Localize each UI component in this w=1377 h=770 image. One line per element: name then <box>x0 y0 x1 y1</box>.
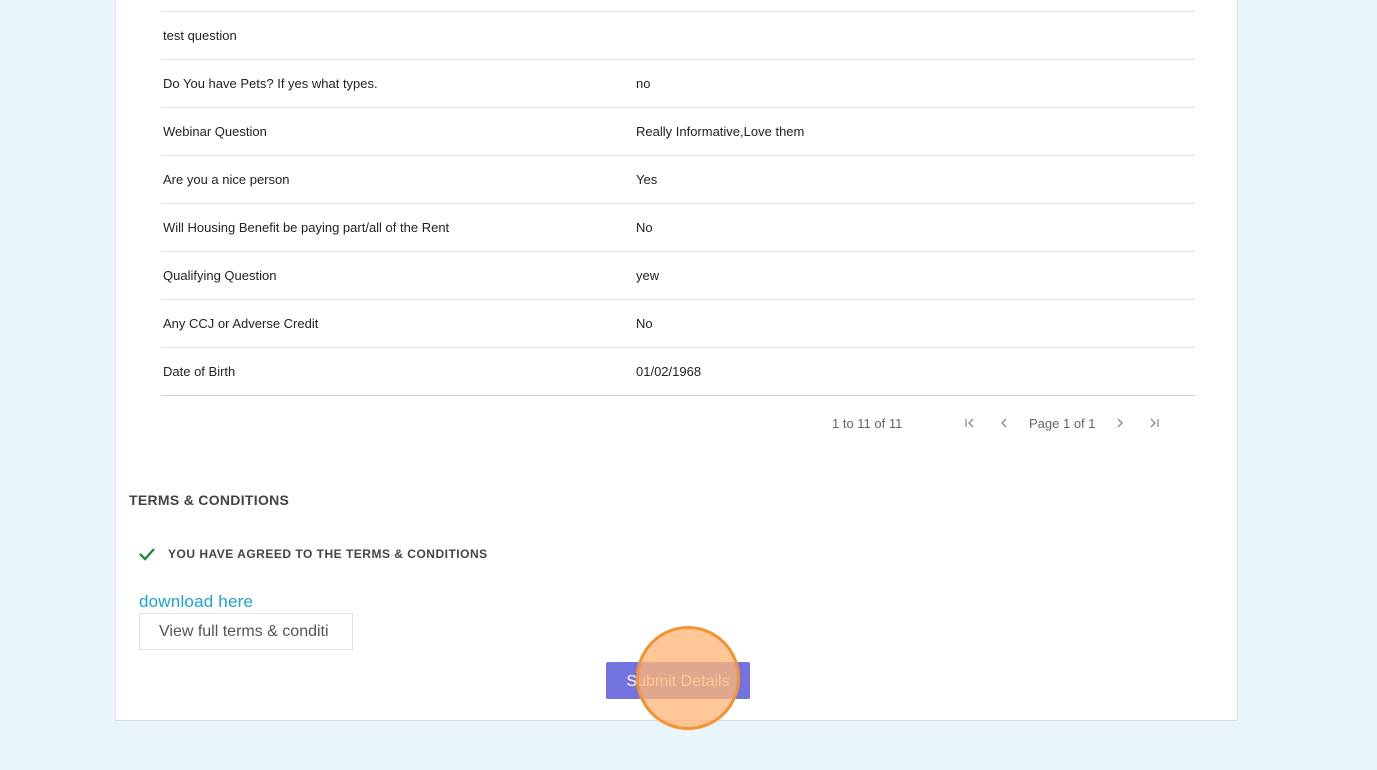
download-terms-link[interactable]: download here <box>139 592 253 612</box>
question-cell: Will Housing Benefit be paying part/all … <box>163 220 450 235</box>
table-row: Qualifying Question yew <box>161 251 1195 299</box>
answer-cell: No <box>636 316 653 331</box>
table-row: Are you a nice person Yes <box>161 155 1195 203</box>
submit-details-button[interactable]: Submit Details <box>606 662 750 699</box>
answer-cell: 01/02/1968 <box>636 364 702 379</box>
view-terms-button[interactable]: View full terms & conditi <box>139 613 353 650</box>
table-row: test question <box>161 11 1195 59</box>
pagination-bar: 1 to 11 of 11 Page 1 of 1 <box>161 408 1195 440</box>
answer-cell: No <box>636 220 653 235</box>
next-page-icon[interactable] <box>1111 412 1129 434</box>
questions-grid: test question Do You have Pets? If yes w… <box>161 11 1195 396</box>
question-cell: test question <box>163 28 237 43</box>
table-row: Webinar Question Really Informative,Love… <box>161 107 1195 155</box>
last-page-icon[interactable] <box>1145 412 1163 434</box>
first-page-icon[interactable] <box>961 412 979 434</box>
table-row: Date of Birth 01/02/1968 <box>161 347 1195 396</box>
page-info: Page 1 of 1 <box>1029 416 1096 431</box>
question-cell: Are you a nice person <box>163 172 290 187</box>
question-cell: Do You have Pets? If yes what types. <box>163 76 378 91</box>
prev-page-icon[interactable] <box>995 412 1013 434</box>
question-cell: Date of Birth <box>163 364 236 379</box>
question-cell: Webinar Question <box>163 124 267 139</box>
details-card: test question Do You have Pets? If yes w… <box>115 0 1238 721</box>
table-row: Do You have Pets? If yes what types. no <box>161 59 1195 107</box>
table-row: Will Housing Benefit be paying part/all … <box>161 203 1195 251</box>
question-cell: Any CCJ or Adverse Credit <box>163 316 319 331</box>
table-row: Any CCJ or Adverse Credit No <box>161 299 1195 347</box>
checkmark-icon <box>138 546 156 562</box>
terms-agreed-row: YOU HAVE AGREED TO THE TERMS & CONDITION… <box>138 546 488 562</box>
question-cell: Qualifying Question <box>163 268 277 283</box>
terms-agreed-text: YOU HAVE AGREED TO THE TERMS & CONDITION… <box>168 547 488 561</box>
answer-cell: Really Informative,Love them <box>636 124 805 139</box>
pagination-range: 1 to 11 of 11 <box>832 416 903 431</box>
answer-cell: Yes <box>636 172 658 187</box>
terms-title: TERMS & CONDITIONS <box>129 492 290 508</box>
answer-cell: no <box>636 76 651 91</box>
answer-cell: yew <box>636 268 660 283</box>
